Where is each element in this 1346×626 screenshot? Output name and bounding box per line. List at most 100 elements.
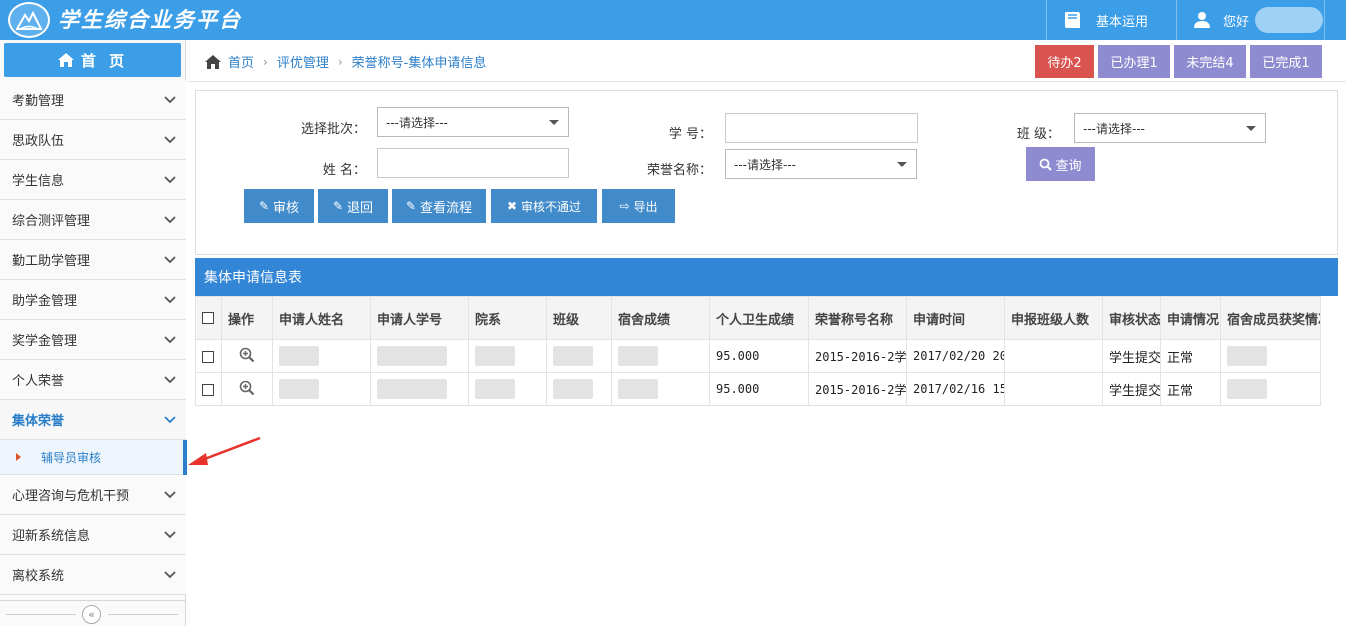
- approve-button[interactable]: ✎ 审核: [244, 189, 314, 223]
- app-title: 学生综合业务平台: [58, 7, 242, 32]
- sidebar-collapse-bar: «: [0, 600, 186, 626]
- breadcrumb-level1[interactable]: 评优管理: [277, 52, 329, 71]
- sidebar-subitem-counselor-review[interactable]: 辅导员审核: [0, 440, 187, 475]
- dorm-awards-cell: [1220, 339, 1321, 373]
- row-checkbox[interactable]: [202, 383, 214, 396]
- view-flow-button[interactable]: ✎ 查看流程: [392, 189, 486, 223]
- basic-app-link[interactable]: 基本运用: [1063, 0, 1148, 40]
- column-header[interactable]: 申报班级人数: [1004, 296, 1103, 340]
- select-all-cell: [195, 296, 222, 340]
- column-header[interactable]: 申请情况: [1160, 296, 1221, 340]
- export-label: 导出: [633, 199, 658, 214]
- user-menu[interactable]: 您好: [1193, 0, 1324, 40]
- export-button[interactable]: ⇨ 导出: [602, 189, 675, 223]
- row-checkbox[interactable]: [202, 350, 214, 363]
- reject-button[interactable]: ✖ 审核不通过: [491, 189, 597, 223]
- column-header[interactable]: 宿舍成绩: [611, 296, 710, 340]
- column-header: 操作: [221, 296, 273, 340]
- column-header[interactable]: 个人卫生成绩: [709, 296, 809, 340]
- class-select[interactable]: ---请选择---: [1074, 113, 1266, 143]
- tab-unfinished[interactable]: 未完结4: [1174, 45, 1246, 78]
- query-label: 查询: [1055, 158, 1082, 174]
- row-checkbox-cell: [195, 339, 222, 373]
- name-input[interactable]: [377, 148, 569, 178]
- column-header[interactable]: 荣誉称号名称: [808, 296, 907, 340]
- sidebar-item-leaving[interactable]: 离校系统: [0, 555, 186, 595]
- column-header[interactable]: 宿舍成员获奖情况: [1220, 296, 1321, 340]
- sidebar-item-label: 个人荣誉: [12, 374, 65, 389]
- table-row[interactable]: 95.000 2015-2016-2学期 2017/02/20 20:00 学生…: [195, 339, 1321, 373]
- student-id-input[interactable]: [725, 113, 918, 143]
- table-row[interactable]: 95.000 2015-2016-2学期 2017/02/16 15:20 学生…: [195, 372, 1321, 406]
- sidebar-item-freshman[interactable]: 迎新系统信息: [0, 515, 186, 555]
- double-chevron-left-icon: «: [88, 608, 95, 621]
- chevron-down-icon: [164, 175, 176, 183]
- query-button[interactable]: 查询: [1026, 147, 1095, 181]
- redacted-block: [475, 346, 515, 366]
- sidebar-item-personal-honor[interactable]: 个人荣誉: [0, 360, 186, 400]
- apply-time-cell: 2017/02/16 15:20: [906, 372, 1005, 406]
- column-header[interactable]: 审核状态: [1102, 296, 1161, 340]
- column-header[interactable]: 申请人学号: [370, 296, 469, 340]
- breadcrumb: 首页 › 评优管理 › 荣誉称号-集体申请信息: [204, 52, 486, 71]
- honor-select[interactable]: ---请选择---: [725, 149, 917, 179]
- sidebar-item-grants[interactable]: 助学金管理: [0, 280, 186, 320]
- batch-select[interactable]: ---请选择---: [377, 107, 569, 137]
- book-icon: [1065, 12, 1080, 28]
- sidebar-item-label: 综合测评管理: [12, 214, 91, 229]
- tab-handled[interactable]: 已办理1: [1098, 45, 1170, 78]
- sidebar-item-label: 助学金管理: [12, 294, 78, 309]
- sidebar-item-label: 考勤管理: [12, 94, 65, 109]
- divider: [6, 614, 76, 615]
- applicant-name-cell: [272, 372, 371, 406]
- select-all-checkbox[interactable]: [202, 312, 214, 324]
- chevron-down-icon: [164, 95, 176, 103]
- chevron-down-icon: [164, 215, 176, 223]
- search-icon: [1040, 158, 1053, 171]
- home-button[interactable]: 首 页: [4, 43, 181, 77]
- logo: [8, 2, 50, 38]
- sidebar-item-political-team[interactable]: 思政队伍: [0, 120, 186, 160]
- zoom-in-icon[interactable]: [239, 380, 255, 396]
- sidebar: 首 页 考勤管理 思政队伍 学生信息 综合测评管理 勤工助学管理 助学金管理 奖…: [0, 40, 187, 626]
- redacted-block: [475, 379, 515, 399]
- return-button[interactable]: ✎ 退回: [318, 189, 388, 223]
- annotation-arrow-icon: [188, 436, 261, 465]
- column-header[interactable]: 班级: [546, 296, 612, 340]
- chevron-down-icon: [164, 415, 176, 423]
- sidebar-item-student-info[interactable]: 学生信息: [0, 160, 186, 200]
- caret-right-icon: [16, 453, 21, 461]
- caret-down-icon: [549, 120, 559, 125]
- table-title: 集体申请信息表: [195, 258, 1338, 296]
- sidebar-item-counseling[interactable]: 心理咨询与危机干预: [0, 475, 186, 515]
- tab-todo[interactable]: 待办2: [1035, 45, 1094, 78]
- sidebar-item-work-study[interactable]: 勤工助学管理: [0, 240, 186, 280]
- return-label: 退回: [347, 200, 374, 216]
- collapse-sidebar-button[interactable]: «: [82, 605, 101, 624]
- row-checkbox-cell: [195, 372, 222, 406]
- apply-situation-cell: 正常: [1160, 372, 1221, 406]
- edit-icon: ✎: [332, 199, 344, 213]
- column-header[interactable]: 院系: [468, 296, 547, 340]
- sidebar-item-attendance[interactable]: 考勤管理: [0, 80, 186, 120]
- zoom-in-icon[interactable]: [239, 347, 255, 363]
- sidebar-item-scholarship[interactable]: 奖学金管理: [0, 320, 186, 360]
- chevron-down-icon: [164, 295, 176, 303]
- breadcrumb-level2[interactable]: 荣誉称号-集体申请信息: [352, 52, 487, 71]
- apply-time-cell: 2017/02/20 20:00: [906, 339, 1005, 373]
- row-action-cell: [221, 339, 273, 373]
- applicant-id-cell: [370, 372, 469, 406]
- column-header[interactable]: 申请时间: [906, 296, 1005, 340]
- sidebar-item-collective-honor[interactable]: 集体荣誉: [0, 400, 186, 440]
- breadcrumb-home[interactable]: 首页: [228, 52, 254, 71]
- column-header[interactable]: 申请人姓名: [272, 296, 371, 340]
- applicant-id-cell: [370, 339, 469, 373]
- tab-completed[interactable]: 已完成1: [1250, 45, 1322, 78]
- redacted-block: [618, 379, 658, 399]
- department-cell: [468, 339, 547, 373]
- sidebar-item-evaluation[interactable]: 综合测评管理: [0, 200, 186, 240]
- caret-down-icon: [897, 162, 907, 167]
- sidebar-item-label: 心理咨询与危机干预: [12, 489, 130, 504]
- applicant-name-cell: [272, 339, 371, 373]
- breadcrumb-bar: 首页 › 评优管理 › 荣誉称号-集体申请信息 待办2 已办理1 未完结4 已完…: [187, 40, 1346, 82]
